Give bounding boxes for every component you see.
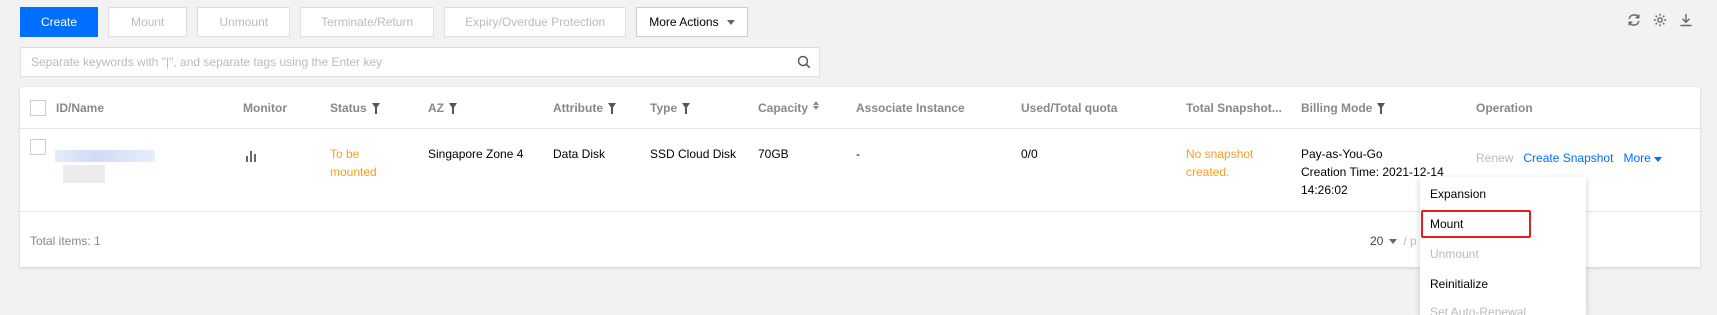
col-capacity[interactable]: Capacity bbox=[758, 100, 820, 115]
mount-highlight-box bbox=[1421, 210, 1531, 238]
search-bar bbox=[20, 47, 820, 77]
filter-icon[interactable] bbox=[682, 103, 691, 114]
col-az[interactable]: AZ bbox=[428, 101, 457, 115]
create-snapshot-link[interactable]: Create Snapshot bbox=[1523, 151, 1613, 165]
col-attribute[interactable]: Attribute bbox=[553, 101, 616, 115]
more-link[interactable]: More bbox=[1623, 151, 1663, 165]
billing-mode: Pay-as-You-Go bbox=[1301, 147, 1383, 161]
search-icon[interactable] bbox=[789, 55, 819, 69]
col-status-label: Status bbox=[330, 101, 367, 115]
az-cell: Singapore Zone 4 bbox=[428, 147, 524, 161]
col-attribute-label: Attribute bbox=[553, 101, 603, 115]
sort-icon[interactable] bbox=[813, 100, 820, 110]
terminate-return-button[interactable]: Terminate/Return bbox=[300, 7, 435, 37]
col-type[interactable]: Type bbox=[650, 101, 691, 115]
monitor-chart-icon[interactable] bbox=[245, 149, 259, 167]
col-capacity-label: Capacity bbox=[758, 101, 809, 115]
filter-icon[interactable] bbox=[449, 103, 457, 114]
mount-button[interactable]: Mount bbox=[108, 7, 188, 37]
creation-time-2: 14:26:02 bbox=[1301, 183, 1348, 197]
settings-icon[interactable] bbox=[1653, 13, 1667, 27]
more-label: More bbox=[1623, 151, 1651, 165]
col-total-snapshot: Total Snapshot... bbox=[1186, 101, 1282, 115]
filter-icon[interactable] bbox=[608, 103, 616, 114]
col-status[interactable]: Status bbox=[330, 101, 380, 115]
unmount-button[interactable]: Unmount bbox=[197, 7, 291, 37]
col-billing-label: Billing Mode bbox=[1301, 101, 1373, 115]
page-size-select[interactable]: 20 / p bbox=[1370, 234, 1417, 248]
page-size-value: 20 bbox=[1370, 234, 1384, 248]
snapshot-line-1: No snapshot bbox=[1186, 147, 1254, 161]
select-all-checkbox[interactable] bbox=[30, 100, 46, 116]
table-header: ID/Name Monitor Status AZ Attribute Type… bbox=[20, 87, 1700, 129]
associate-instance-cell: - bbox=[856, 147, 860, 161]
more-actions-button[interactable]: More Actions bbox=[636, 7, 748, 37]
col-operation: Operation bbox=[1476, 101, 1533, 115]
more-actions-label: More Actions bbox=[649, 15, 719, 29]
status-cell: To be mounted bbox=[330, 145, 377, 181]
download-icon[interactable] bbox=[1679, 13, 1693, 27]
chevron-down-icon bbox=[726, 19, 735, 25]
snapshot-cell: No snapshot created. bbox=[1186, 145, 1253, 181]
col-associate-instance: Associate Instance bbox=[856, 101, 965, 115]
top-icon-bar bbox=[1627, 13, 1693, 27]
col-az-label: AZ bbox=[428, 101, 444, 115]
attribute-cell: Data Disk bbox=[553, 147, 606, 161]
status-line-2: mounted bbox=[330, 165, 377, 179]
per-page-label: / p bbox=[1403, 234, 1417, 248]
menu-item-expansion[interactable]: Expansion bbox=[1430, 187, 1486, 201]
col-type-label: Type bbox=[650, 101, 678, 115]
filter-icon[interactable] bbox=[1377, 103, 1386, 114]
col-quota: Used/Total quota bbox=[1021, 101, 1118, 115]
type-cell: SSD Cloud Disk bbox=[650, 147, 737, 161]
disk-name-redacted bbox=[63, 165, 105, 183]
col-billing-mode[interactable]: Billing Mode bbox=[1301, 101, 1386, 115]
toolbar: Create Mount Unmount Terminate/Return Ex… bbox=[20, 7, 748, 37]
col-id-name: ID/Name bbox=[56, 101, 105, 115]
menu-item-unmount: Unmount bbox=[1430, 247, 1479, 261]
status-line-1: To be bbox=[330, 147, 360, 161]
refresh-icon[interactable] bbox=[1627, 13, 1641, 27]
disk-id-redacted[interactable] bbox=[55, 150, 155, 162]
snapshot-line-2: created. bbox=[1186, 165, 1230, 179]
quota-cell: 0/0 bbox=[1021, 147, 1038, 161]
expiry-protection-button[interactable]: Expiry/Overdue Protection bbox=[444, 7, 627, 37]
capacity-cell: 70GB bbox=[758, 147, 789, 161]
operation-cell: Renew Create Snapshot More bbox=[1476, 149, 1663, 167]
filter-icon[interactable] bbox=[371, 103, 380, 114]
create-button[interactable]: Create bbox=[20, 7, 99, 37]
row-checkbox[interactable] bbox=[30, 139, 46, 155]
menu-item-reinitialize[interactable]: Reinitialize bbox=[1430, 277, 1488, 291]
menu-item-auto-renewal: Set Auto-Renewal bbox=[1430, 305, 1527, 315]
search-input[interactable] bbox=[21, 48, 789, 76]
chevron-down-icon bbox=[1654, 157, 1663, 162]
more-dropdown-menu: Expansion Mount Unmount Reinitialize Set… bbox=[1420, 177, 1586, 315]
total-items: Total items: 1 bbox=[30, 234, 101, 248]
col-monitor: Monitor bbox=[243, 101, 287, 115]
renew-link[interactable]: Renew bbox=[1476, 151, 1513, 165]
chevron-down-icon bbox=[1389, 238, 1398, 244]
